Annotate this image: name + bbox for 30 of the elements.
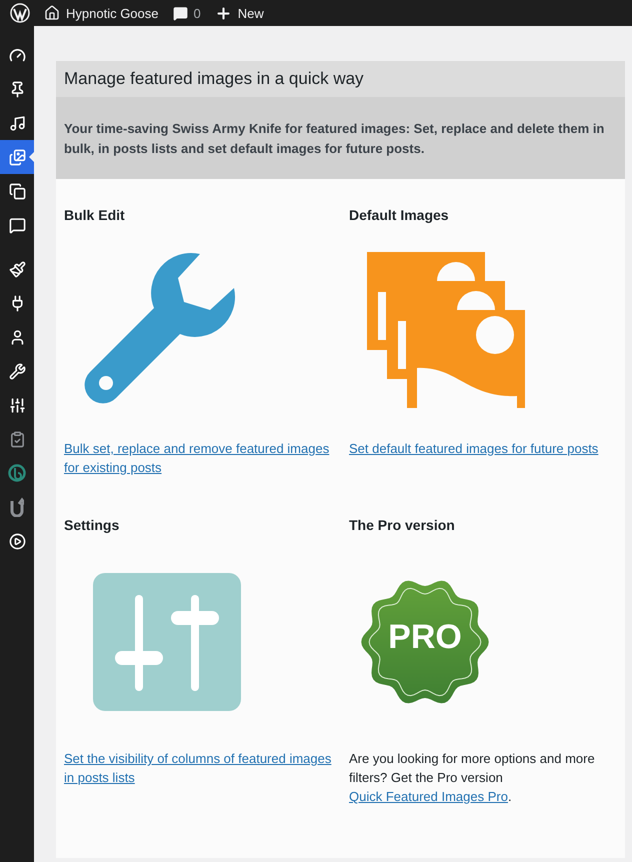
media-icon[interactable] (8, 114, 26, 132)
section-heading: Bulk Edit (64, 207, 126, 223)
pro-description: Are you looking for more options and more filters? Get the Pro version Quick Featured Images Pro. (349, 750, 596, 806)
site-name-link[interactable]: Hypnotic Goose (66, 6, 158, 20)
home-icon[interactable] (44, 5, 60, 21)
clipboard-icon[interactable] (8, 430, 26, 448)
u-turn-icon[interactable] (10, 497, 24, 517)
images-icon[interactable] (8, 148, 26, 166)
section-heading: Settings (64, 517, 120, 533)
new-link[interactable]: New (238, 6, 264, 20)
section-link[interactable]: Set default featured images for future posts (349, 439, 609, 458)
section-heading: Default Images (349, 207, 450, 223)
panel-title: Manage featured images in a quick way (56, 61, 625, 97)
wordpress-logo-icon[interactable] (10, 3, 30, 23)
section-heading: The Pro version (349, 517, 456, 533)
pro-link[interactable]: Quick Featured Images Pro (349, 789, 508, 804)
sliders-icon[interactable] (8, 396, 26, 414)
play-icon[interactable] (8, 532, 26, 550)
wrench-icon[interactable] (8, 362, 26, 380)
plus-icon[interactable] (214, 4, 232, 22)
pages-icon[interactable] (8, 182, 26, 200)
dashboard-icon[interactable] (8, 46, 26, 64)
panel-intro: Your time-saving Swiss Army Knife for featured images: Set, replace and delete them in bulk, in posts lists and set default images for future posts. (56, 97, 625, 179)
comment-count: 0 (194, 6, 201, 20)
brush-icon[interactable] (8, 260, 26, 278)
comment-icon[interactable] (172, 6, 188, 20)
section-link[interactable]: Bulk set, replace and remove featured images for existing posts (64, 439, 341, 477)
section-link[interactable]: Set the visibility of columns of featured images in posts lists (64, 749, 341, 787)
pro-badge-label: PRO (387, 618, 463, 657)
circle-logo-icon[interactable] (8, 464, 26, 482)
